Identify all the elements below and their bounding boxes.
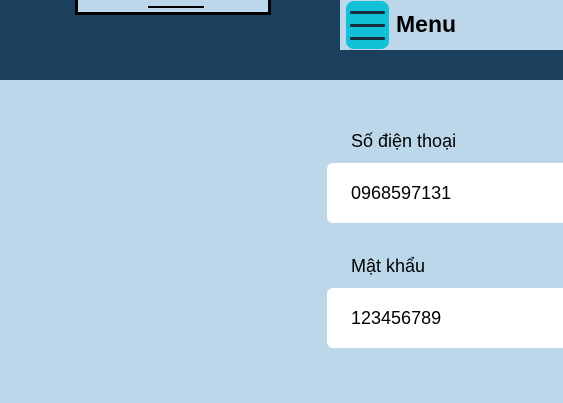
hamburger-icon — [350, 11, 385, 14]
phone-input[interactable] — [327, 163, 563, 223]
hamburger-icon — [350, 24, 385, 27]
logo[interactable] — [75, 0, 271, 15]
password-input[interactable] — [327, 288, 563, 348]
password-label: Mật khẩu — [351, 256, 426, 276]
menu-label[interactable]: Menu — [396, 10, 456, 38]
phone-label: Số điện thoại — [351, 131, 457, 151]
hamburger-menu-button[interactable] — [346, 1, 389, 49]
logo-underline — [148, 6, 204, 8]
hamburger-icon — [350, 37, 385, 40]
